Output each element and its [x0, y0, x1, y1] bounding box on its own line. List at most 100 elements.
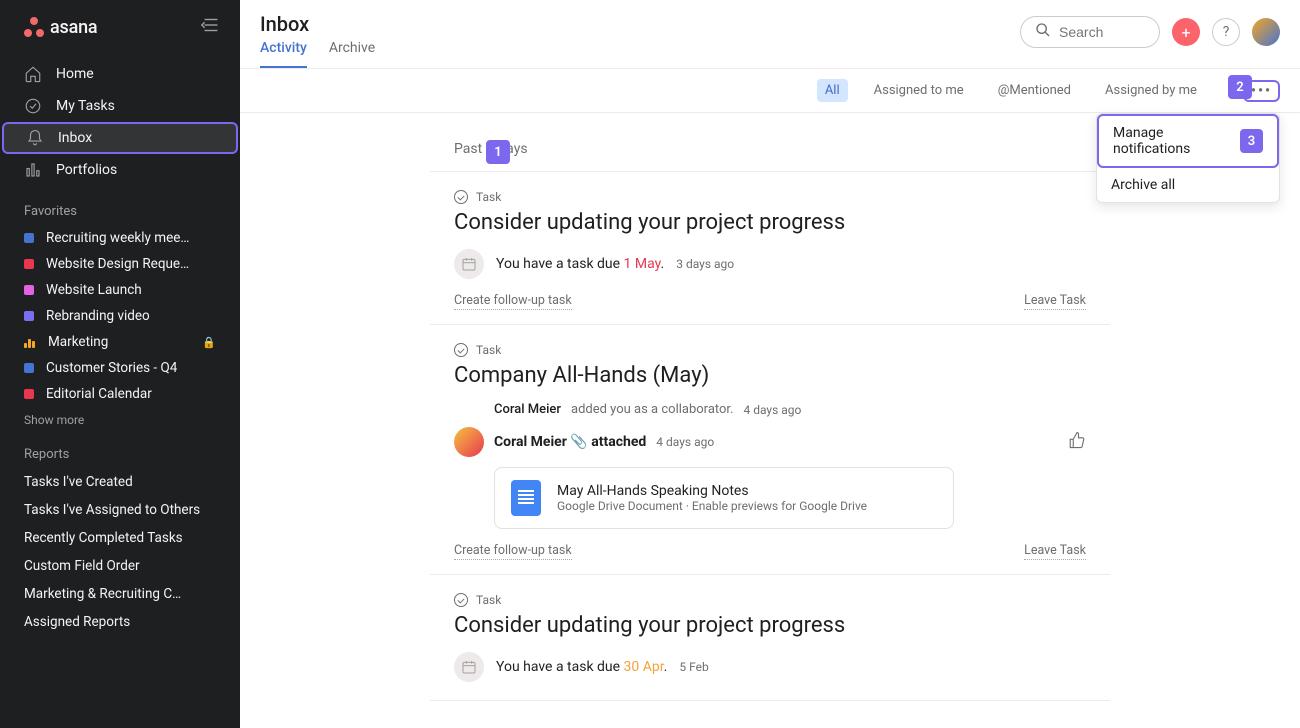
due-date: 1 May — [624, 256, 661, 272]
app-root: asana Home My Tasks Inbox Portfolios — [0, 0, 1300, 728]
filter-mentioned[interactable]: @Mentioned — [990, 79, 1079, 102]
nav-label: Inbox — [58, 130, 92, 146]
brand-name: asana — [50, 17, 97, 38]
card-footer: Create follow-up task Leave Task — [454, 543, 1086, 560]
bars-icon — [24, 161, 42, 179]
favorite-item[interactable]: Marketing 🔒 — [0, 329, 240, 355]
favorite-label: Editorial Calendar — [46, 386, 216, 402]
task-check-icon — [454, 343, 468, 357]
inbox-tabs: Activity Archive — [260, 40, 1020, 68]
main-panel: Inbox Activity Archive + ? — [240, 0, 1300, 728]
meta-time: 4 days ago — [744, 403, 802, 417]
dropdown-archive-all[interactable]: Archive all — [1097, 168, 1279, 202]
inbox-card[interactable]: Task Consider updating your project prog… — [430, 575, 1110, 701]
project-color-dot — [24, 285, 34, 295]
nav-label: My Tasks — [56, 98, 115, 114]
collaborator-row: Coral Meier added you as a collaborator.… — [494, 402, 1086, 417]
card-type-label: Task — [476, 190, 501, 204]
callout-badge-3: 3 — [1240, 129, 1263, 153]
question-icon: ? — [1223, 24, 1230, 40]
dropdown-label: Manage notifications — [1113, 125, 1240, 157]
ellipsis-icon: ••• — [1251, 84, 1272, 98]
favorite-item[interactable]: Editorial Calendar — [0, 381, 240, 407]
topbar-right: + ? — [1020, 12, 1280, 48]
favorite-item[interactable]: Recruiting weekly mee… — [0, 225, 240, 251]
chart-icon — [24, 336, 36, 348]
task-check-icon — [454, 593, 468, 607]
nav-portfolios[interactable]: Portfolios — [0, 154, 240, 186]
nav-home[interactable]: Home — [0, 58, 240, 90]
report-item[interactable]: Tasks I've Created — [0, 468, 240, 496]
leave-task-link[interactable]: Leave Task — [1024, 293, 1086, 310]
dropdown-manage-notifications[interactable]: Manage notifications 3 — [1097, 114, 1279, 168]
nav-inbox[interactable]: Inbox — [2, 122, 238, 154]
asana-logo-icon — [24, 17, 44, 37]
more-options-dropdown: Manage notifications 3 Archive all — [1096, 113, 1280, 203]
favorite-item[interactable]: Rebranding video — [0, 303, 240, 329]
help-button[interactable]: ? — [1212, 18, 1240, 46]
project-color-dot — [24, 363, 34, 373]
report-item[interactable]: Tasks I've Assigned to Others — [0, 496, 240, 524]
topbar: Inbox Activity Archive + ? — [240, 0, 1300, 69]
inbox-card[interactable]: Task Company All-Hands (May) Coral Meier… — [430, 325, 1110, 575]
leave-task-link[interactable]: Leave Task — [1024, 543, 1086, 560]
callout-badge-2: 2 — [1228, 75, 1252, 99]
report-item[interactable]: Assigned Reports — [0, 608, 240, 636]
meta-time: 4 days ago — [656, 435, 714, 449]
search-input[interactable] — [1059, 24, 1145, 40]
page-title: Inbox — [260, 12, 1020, 36]
lock-icon: 🔒 — [202, 336, 216, 349]
create-followup-link[interactable]: Create follow-up task — [454, 293, 572, 310]
favorite-label: Website Design Reque… — [46, 256, 216, 272]
filter-all[interactable]: All — [817, 79, 848, 102]
inbox-card[interactable]: Task Consider updating your project prog… — [430, 172, 1110, 325]
collaborator-name: Coral Meier — [494, 402, 561, 417]
nav-my-tasks[interactable]: My Tasks — [0, 90, 240, 122]
create-button[interactable]: + — [1172, 18, 1200, 46]
favorite-item[interactable]: Customer Stories - Q4 — [0, 355, 240, 381]
favorite-label: Website Launch — [46, 282, 216, 298]
check-circle-icon — [24, 97, 42, 115]
project-color-dot — [24, 259, 34, 269]
calendar-avatar-icon — [454, 249, 484, 279]
favorite-label: Marketing — [48, 334, 190, 350]
card-meta-row: You have a task due 1 May. 3 days ago — [454, 249, 1086, 279]
feed-scroll[interactable]: Past 7 Days Task Consider updating your … — [240, 113, 1300, 728]
favorite-item[interactable]: Website Design Reque… — [0, 251, 240, 277]
primary-nav: Home My Tasks Inbox Portfolios — [0, 54, 240, 190]
favorites-heading: Favorites — [0, 190, 240, 225]
callout-badge-1: 1 — [486, 140, 510, 164]
reports-list: Tasks I've Created Tasks I've Assigned t… — [0, 468, 240, 636]
collapse-sidebar-icon[interactable] — [200, 14, 222, 40]
feed-section-header: Past 7 Days — [430, 133, 1110, 172]
report-item[interactable]: Marketing & Recruiting C… — [0, 580, 240, 608]
paperclip-icon: 📎 — [570, 434, 591, 450]
show-more-favorites[interactable]: Show more — [0, 407, 240, 433]
create-followup-link[interactable]: Create follow-up task — [454, 543, 572, 560]
card-meta-row: You have a task due 30 Apr. 5 Feb — [454, 652, 1086, 682]
sidebar-header: asana — [0, 0, 240, 54]
favorites-list: Recruiting weekly mee… Website Design Re… — [0, 225, 240, 407]
card-footer: Create follow-up task Leave Task — [454, 293, 1086, 310]
brand-logo[interactable]: asana — [24, 17, 97, 38]
favorite-item[interactable]: Website Launch — [0, 277, 240, 303]
user-avatar[interactable] — [1252, 18, 1280, 46]
report-item[interactable]: Custom Field Order — [0, 552, 240, 580]
tab-activity[interactable]: Activity — [260, 40, 307, 68]
card-type-row: Task — [454, 593, 1086, 607]
attachment-card[interactable]: May All-Hands Speaking Notes Google Driv… — [494, 467, 954, 529]
favorite-label: Rebranding video — [46, 308, 216, 324]
due-date: 30 Apr — [624, 659, 664, 675]
card-title: Consider updating your project progress — [454, 613, 1086, 638]
report-item[interactable]: Recently Completed Tasks — [0, 524, 240, 552]
filter-assigned-by-me[interactable]: Assigned by me — [1097, 79, 1225, 102]
like-button[interactable] — [1068, 431, 1086, 453]
feed: Past 7 Days Task Consider updating your … — [430, 113, 1110, 701]
home-icon — [24, 65, 42, 83]
search-box[interactable] — [1020, 16, 1160, 48]
attachment-subtitle: Google Drive Document · Enable previews … — [557, 499, 867, 513]
attach-row: Coral Meier 📎 attached 4 days ago — [454, 427, 1086, 457]
card-title: Company All-Hands (May) — [454, 363, 1086, 388]
tab-archive[interactable]: Archive — [329, 40, 375, 68]
filter-assigned-to-me[interactable]: Assigned to me — [866, 79, 972, 102]
